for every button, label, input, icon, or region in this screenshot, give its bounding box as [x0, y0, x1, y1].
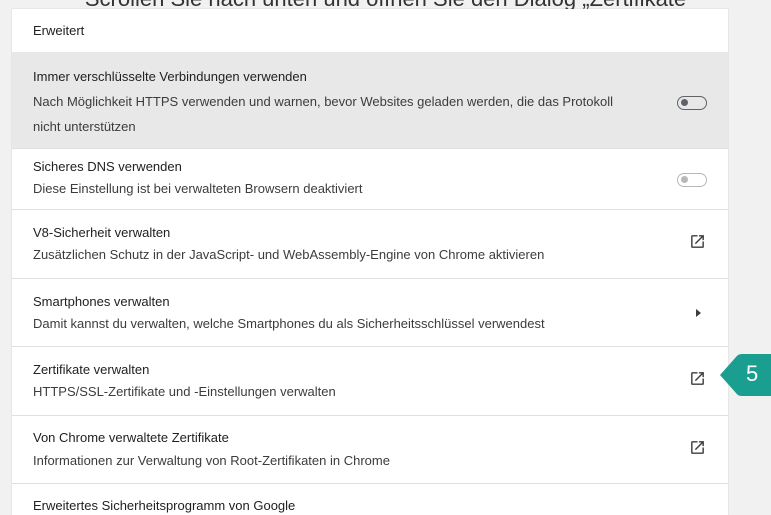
section-title: Erweitert — [33, 23, 85, 38]
setting-description: Damit kannst du verwalten, welche Smartp… — [33, 316, 545, 331]
setting-description: Nach Möglichkeit HTTPS verwenden und war… — [33, 94, 614, 109]
setting-row-manage-certificates[interactable]: Zertifikate verwalten HTTPS/SSL-Zertifik… — [12, 347, 728, 416]
setting-description-cont: nicht unterstützen — [33, 119, 136, 134]
setting-row-secure-dns[interactable]: Sicheres DNS verwenden Diese Einstellung… — [12, 149, 728, 210]
toggle-knob — [681, 176, 688, 183]
open-in-new-icon[interactable] — [689, 233, 706, 250]
open-in-new-icon[interactable] — [689, 439, 706, 456]
setting-title: Sicheres DNS verwenden — [33, 159, 182, 174]
setting-title: Immer verschlüsselte Verbindungen verwen… — [33, 69, 307, 84]
setting-title: Von Chrome verwaltete Zertifikate — [33, 430, 229, 445]
setting-title: Zertifikate verwalten — [33, 362, 150, 377]
setting-description: Informationen zur Verwaltung von Root-Ze… — [33, 453, 390, 468]
settings-panel: Erweitert Immer verschlüsselte Verbindun… — [12, 9, 728, 515]
step-number: 5 — [746, 361, 759, 386]
setting-description: Diese Einstellung ist bei verwalteten Br… — [33, 181, 363, 196]
setting-row-v8-security[interactable]: V8-Sicherheit verwalten Zusätzlichen Sch… — [12, 210, 728, 279]
https-always-toggle[interactable] — [677, 96, 707, 110]
secure-dns-toggle — [677, 173, 707, 187]
toggle-knob — [681, 99, 688, 106]
setting-row-chrome-root-certificates[interactable]: Von Chrome verwaltete Zertifikate Inform… — [12, 416, 728, 484]
setting-title: Smartphones verwalten — [33, 294, 170, 309]
open-in-new-icon[interactable] — [689, 370, 706, 387]
arrow-right-icon[interactable] — [694, 308, 702, 318]
setting-title: V8-Sicherheit verwalten — [33, 225, 171, 240]
setting-row-advanced-protection[interactable]: Erweitertes Sicherheitsprogramm von Goog… — [12, 484, 728, 515]
setting-description: HTTPS/SSL-Zertifikate und -Einstellungen… — [33, 384, 336, 399]
setting-row-smartphones[interactable]: Smartphones verwalten Damit kannst du ve… — [12, 279, 728, 347]
setting-description: Zusätzlichen Schutz in der JavaScript- u… — [33, 247, 545, 262]
setting-title: Erweitertes Sicherheitsprogramm von Goog… — [33, 498, 296, 513]
setting-row-https-always[interactable]: Immer verschlüsselte Verbindungen verwen… — [12, 52, 728, 149]
